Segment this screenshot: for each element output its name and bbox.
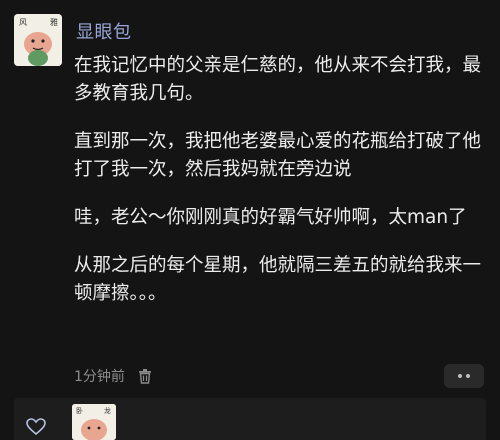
- username[interactable]: 显眼包: [76, 18, 132, 44]
- more-dots-icon: [458, 374, 462, 378]
- paragraph-1: 在我记忆中的父亲是仁慈的，他从来不会打我，最多教育我几句。: [74, 55, 482, 104]
- svg-text:雅: 雅: [50, 17, 58, 27]
- liker-avatar[interactable]: 卧 龙: [72, 404, 116, 440]
- paragraph-4: 从那之后的每个星期，他就隔三差五的就给我来一顿摩擦。。。: [74, 255, 482, 304]
- paragraph-2: 直到那一次，我把他老婆最心爱的花瓶给打破了他打了我一次，然后我妈就在旁边说: [74, 131, 482, 180]
- user-avatar[interactable]: 风 雅: [14, 14, 62, 66]
- paragraph-3: 哇，老公～你刚刚真的好霸气好帅啊，太man了: [74, 207, 467, 228]
- post-content: 在我记忆中的父亲是仁慈的，他从来不会打我，最多教育我几句。 直到那一次，我把他老…: [74, 52, 484, 328]
- svg-text:龙: 龙: [104, 406, 111, 415]
- post-meta: 1分钟前: [74, 366, 153, 386]
- post-time: 1分钟前: [74, 369, 125, 385]
- likes-section: 卧 龙: [14, 398, 486, 440]
- more-button[interactable]: [444, 364, 484, 388]
- trash-icon[interactable]: [137, 368, 153, 384]
- heart-icon[interactable]: [26, 418, 46, 436]
- svg-text:风: 风: [19, 18, 27, 27]
- moment-post: 风 雅 显眼包 在我记忆中的父亲是仁慈的，他从来不会打我，最多教育我几句。 直到…: [0, 0, 500, 400]
- svg-text:卧: 卧: [76, 407, 83, 415]
